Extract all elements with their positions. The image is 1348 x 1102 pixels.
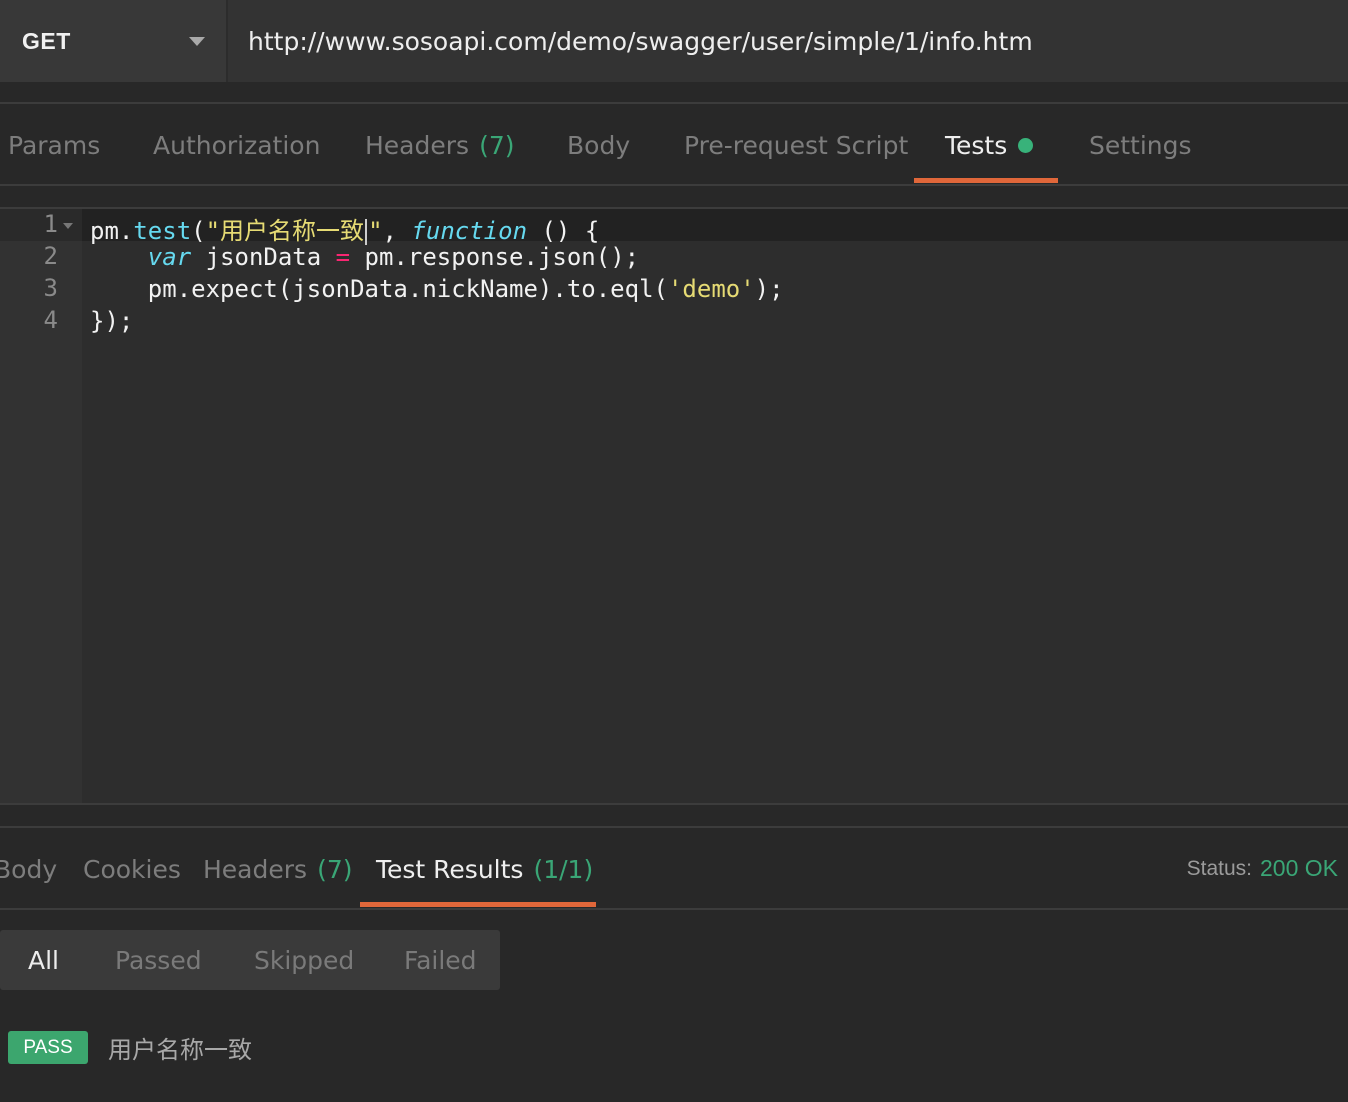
headers-count: (7) [317, 854, 353, 884]
active-tab-indicator [914, 178, 1058, 183]
tab-response-body[interactable]: Body [0, 828, 57, 910]
divider [0, 184, 1348, 186]
line-number: 3 [43, 274, 58, 302]
filter-failed[interactable]: Failed [404, 930, 500, 990]
tab-params[interactable]: Params [8, 104, 100, 186]
active-dot-icon [1018, 137, 1034, 153]
url-input[interactable]: http://www.sosoapi.com/demo/swagger/user… [228, 0, 1348, 82]
tab-label: Body [567, 130, 631, 160]
status-label: Status: [1186, 857, 1252, 880]
url-text: http://www.sosoapi.com/demo/swagger/user… [248, 26, 1033, 56]
url-bar: GET http://www.sosoapi.com/demo/swagger/… [0, 0, 1348, 82]
tab-label: Params [8, 130, 101, 160]
method-select[interactable]: GET [0, 0, 228, 82]
line-number: 1 [43, 210, 58, 238]
pass-badge: PASS [8, 1031, 88, 1064]
code-line-1: pm.test("用户名称一致 ", function () { [90, 217, 600, 245]
code-line-2: var jsonData = pm.response.json(); [147, 243, 640, 271]
tab-settings[interactable]: Settings [1089, 104, 1192, 186]
fold-arrow-icon[interactable] [63, 223, 73, 229]
tab-response-headers[interactable]: Headers (7) [203, 828, 352, 910]
request-tabs: Params Authorization Headers (7) Body Pre… [0, 104, 1348, 186]
tab-label: Body [0, 854, 58, 884]
code-line-4: }); [90, 307, 134, 335]
active-tab-indicator [360, 902, 596, 907]
response-tabs: Body Cookies Headers (7) Test Results (1/1… [0, 828, 1348, 910]
line-number: 2 [43, 242, 58, 270]
code-editor[interactable]: 1 2 3 4 pm.test("用户名称一致 ", function () { … [0, 207, 1348, 805]
tab-authorization[interactable]: Authorization [153, 104, 320, 186]
test-result-name: 用户名称一致 [108, 1036, 252, 1064]
tab-label: Settings [1089, 130, 1192, 160]
tab-pre-request-script[interactable]: Pre-request Script [684, 104, 908, 186]
filter-skipped[interactable]: Skipped [254, 930, 404, 990]
test-results-count: (1/1) [533, 854, 594, 884]
tab-tests[interactable]: Tests [945, 104, 1034, 186]
tab-label: Headers [365, 130, 470, 160]
filter-passed[interactable]: Passed [115, 930, 254, 990]
tab-body[interactable]: Body [567, 104, 630, 186]
test-filter: All Passed Skipped Failed [0, 930, 500, 990]
tab-label: Headers [203, 854, 308, 884]
divider [0, 908, 1348, 910]
tab-label: Tests [945, 130, 1008, 160]
tab-label: Pre-request Script [684, 130, 909, 160]
tab-label: Test Results [376, 854, 524, 884]
tab-label: Authorization [153, 130, 321, 160]
tab-label: Cookies [83, 854, 181, 884]
headers-count: (7) [479, 130, 515, 160]
code-line-3: pm.expect(jsonData.nickName).to.eql('dem… [90, 275, 784, 303]
text-cursor [365, 219, 368, 245]
chevron-down-icon [189, 37, 205, 46]
tab-cookies[interactable]: Cookies [83, 828, 181, 910]
tab-headers[interactable]: Headers (7) [365, 104, 514, 186]
line-number: 4 [43, 306, 58, 334]
method-label: GET [22, 27, 71, 54]
tab-test-results[interactable]: Test Results (1/1) [376, 828, 593, 910]
filter-all[interactable]: All [0, 930, 115, 990]
status-value[interactable]: 200 OK [1260, 855, 1338, 882]
